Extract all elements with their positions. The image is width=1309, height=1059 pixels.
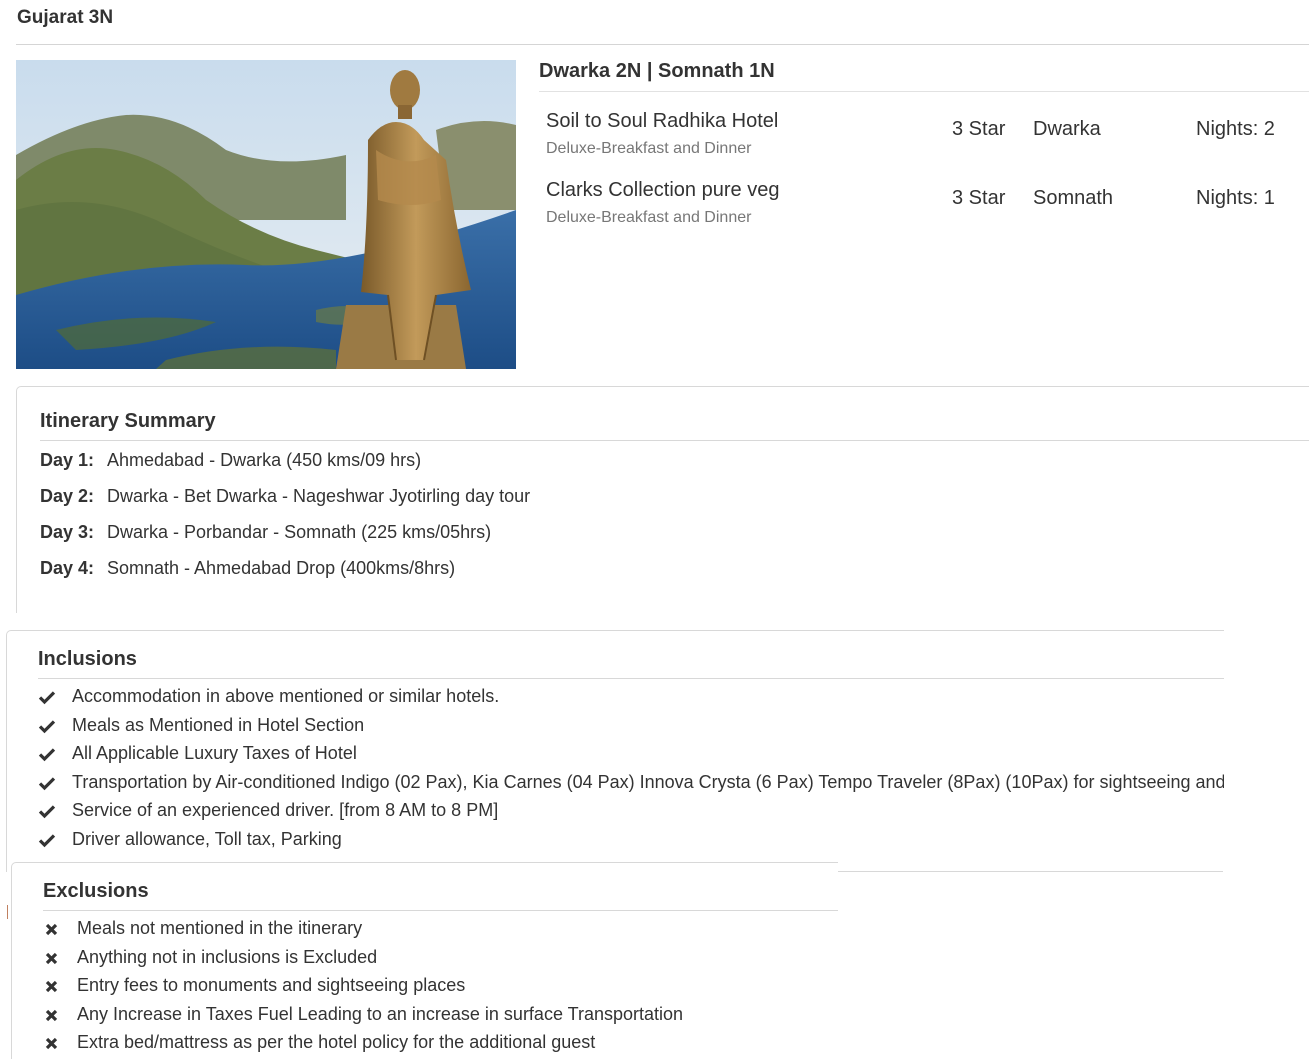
inclusion-item: All Applicable Luxury Taxes of Hotel xyxy=(38,743,1224,767)
hotel-name: Clarks Collection pure veg xyxy=(546,179,780,201)
exclusion-item: Anything not in inclusions is Excluded xyxy=(43,947,833,971)
hotel-city: Dwarka xyxy=(1033,118,1101,140)
hotel-row: Soil to Soul Radhika Hotel Deluxe-Breakf… xyxy=(546,110,1306,170)
inclusions-panel: Inclusions Accommodation in above mentio… xyxy=(6,630,1224,872)
itinerary-divider xyxy=(40,440,1309,441)
exclusion-text: Any Increase in Taxes Fuel Leading to an… xyxy=(77,1004,684,1024)
exclusion-item: Meals not mentioned in the itinerary xyxy=(43,918,833,942)
exclusion-text: Entry fees to monuments and sightseeing … xyxy=(77,975,466,995)
itinerary-day: Day 2: Dwarka - Bet Dwarka - Nageshwar Jy… xyxy=(40,486,530,507)
itinerary-day: Day 1: Ahmedabad - Dwarka (450 kms/09 hrs… xyxy=(40,450,421,471)
day-route: Dwarka - Bet Dwarka - Nageshwar Jyotirli… xyxy=(107,486,531,506)
exclusion-item: Entry fees to monuments and sightseeing … xyxy=(43,975,833,999)
statue-of-unity-photo-icon xyxy=(16,60,516,369)
cross-icon xyxy=(45,923,58,936)
cross-icon xyxy=(45,1009,58,1022)
exclusions-panel: Exclusions Meals not mentioned in the it… xyxy=(11,862,838,1059)
exclusions-title: Exclusions xyxy=(43,880,149,902)
cross-icon xyxy=(45,1037,58,1050)
inclusion-item: Meals as Mentioned in Hotel Section xyxy=(38,715,1224,739)
day-route: Ahmedabad - Dwarka (450 kms/09 hrs) xyxy=(107,450,422,470)
hotel-route-title: Dwarka 2N | Somnath 1N xyxy=(539,60,775,82)
package-page: Gujarat 3N Dwarka 2N | Somnath 1N Soil t… xyxy=(0,0,1309,1059)
inclusion-text: All Applicable Luxury Taxes of Hotel xyxy=(72,743,357,763)
inclusion-item: Transportation by Air-conditioned Indigo… xyxy=(38,772,1224,796)
inclusion-text: Accommodation in above mentioned or simi… xyxy=(72,686,500,706)
check-icon xyxy=(38,720,56,734)
inclusions-title: Inclusions xyxy=(38,648,137,670)
check-icon xyxy=(38,777,56,791)
check-icon xyxy=(38,691,56,705)
day-label: Day 2: xyxy=(40,486,95,506)
hotel-row: Clarks Collection pure veg Deluxe-Breakf… xyxy=(546,179,1306,239)
hotel-star-rating: 3 Star xyxy=(952,187,1006,209)
check-icon xyxy=(38,748,56,762)
check-icon xyxy=(38,805,56,819)
day-route: Dwarka - Porbandar - Somnath (225 kms/05… xyxy=(107,522,492,542)
day-label: Day 4: xyxy=(40,558,95,578)
day-label: Day 3: xyxy=(40,522,95,542)
hotel-city: Somnath xyxy=(1033,187,1114,209)
exclusion-item: Extra bed/mattress as per the hotel poli… xyxy=(43,1032,833,1056)
hotel-star-rating: 3 Star xyxy=(952,118,1006,140)
check-icon xyxy=(38,834,56,848)
cross-icon xyxy=(45,980,58,993)
exclusions-divider xyxy=(43,910,838,911)
exclusion-text: Extra bed/mattress as per the hotel poli… xyxy=(77,1032,596,1052)
inclusion-text: Meals as Mentioned in Hotel Section xyxy=(72,715,365,735)
inclusion-item: Driver allowance, Toll tax, Parking xyxy=(38,829,1224,853)
cross-icon xyxy=(45,952,58,965)
exclusion-item: Any Increase in Taxes Fuel Leading to an… xyxy=(43,1004,833,1028)
hotel-nights: Nights: 2 xyxy=(1196,118,1275,140)
package-hero-image xyxy=(16,60,516,369)
day-label: Day 1: xyxy=(40,450,95,470)
itinerary-day: Day 3: Dwarka - Porbandar - Somnath (225 … xyxy=(40,522,491,543)
hotel-meal-plan: Deluxe-Breakfast and Dinner xyxy=(546,209,752,226)
inclusion-item: Service of an experienced driver. [from … xyxy=(38,800,1224,824)
package-title: Gujarat 3N xyxy=(17,7,114,28)
hotel-name: Soil to Soul Radhika Hotel xyxy=(546,110,779,132)
edge-mark xyxy=(7,905,8,919)
inclusion-item: Accommodation in above mentioned or simi… xyxy=(38,686,1224,710)
day-route: Somnath - Ahmedabad Drop (400kms/8hrs) xyxy=(107,558,456,578)
route-divider xyxy=(539,91,1309,92)
exclusion-text: Meals not mentioned in the itinerary xyxy=(77,918,363,938)
exclusion-text: Anything not in inclusions is Excluded xyxy=(77,947,378,967)
title-divider xyxy=(16,44,1309,45)
hotel-nights: Nights: 1 xyxy=(1196,187,1275,209)
exclusions-side-divider xyxy=(837,871,1223,872)
inclusion-text: Transportation by Air-conditioned Indigo… xyxy=(72,772,1224,792)
inclusions-divider xyxy=(38,678,1224,679)
itinerary-title: Itinerary Summary xyxy=(40,410,216,432)
inclusion-text: Driver allowance, Toll tax, Parking xyxy=(72,829,342,849)
inclusion-text: Service of an experienced driver. [from … xyxy=(72,800,499,820)
hotel-meal-plan: Deluxe-Breakfast and Dinner xyxy=(546,140,752,157)
itinerary-day: Day 4: Somnath - Ahmedabad Drop (400kms/8… xyxy=(40,558,455,579)
